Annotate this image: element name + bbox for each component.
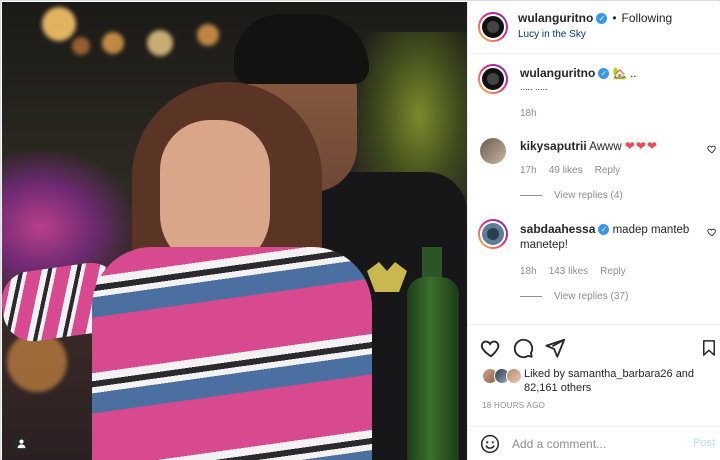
reply-button[interactable]: Reply <box>600 266 626 277</box>
comment-meta: 18h 143 likes Reply <box>520 266 638 277</box>
separator-dot: • <box>612 11 617 25</box>
add-comment-input[interactable] <box>512 435 682 453</box>
verified-badge-icon: ✓ <box>598 224 610 236</box>
house-emoji: 🏡 <box>612 68 627 80</box>
comment-time: 17h <box>520 165 537 176</box>
view-replies-label: View replies (37) <box>554 291 629 302</box>
liked-by-prefix: Liked by <box>524 368 565 380</box>
add-comment-bar: Post <box>468 426 720 460</box>
comments-list[interactable]: wulanguritno ✓ 🏡 .. ..... ..... 18h kikys… <box>468 54 720 324</box>
header-title-row: wulanguritno ✓ • Following <box>518 11 672 25</box>
bottle <box>407 277 459 460</box>
likes-summary: Liked by samantha_barbara26 and 82,161 o… <box>468 364 720 404</box>
post-photo[interactable] <box>2 2 467 460</box>
save-bookmark-icon[interactable] <box>700 337 718 359</box>
comment-bubble-icon[interactable] <box>512 337 534 359</box>
man-hair <box>234 14 369 84</box>
view-replies-line <box>520 296 542 297</box>
avatar[interactable] <box>480 138 506 164</box>
comment-likes[interactable]: 143 likes <box>549 266 588 277</box>
reply-button[interactable]: Reply <box>595 165 621 176</box>
caption-timestamp: 18h <box>520 108 537 119</box>
share-paper-plane-icon[interactable] <box>544 337 566 359</box>
caption-username[interactable]: wulanguritno <box>520 66 595 80</box>
avatar[interactable] <box>478 64 508 94</box>
action-bar <box>468 324 720 369</box>
bokeh-light <box>7 332 67 392</box>
view-replies-line <box>520 195 542 196</box>
comment-text: sabdaahessa ✓ madep manteb manetep! <box>520 222 700 253</box>
post-details-panel: wulanguritno ✓ • Following Lucy in the Sky … <box>467 2 720 460</box>
comment-item: kikysaputrii Awww ❤❤❤ 17h 49 likes Reply V… <box>468 134 720 209</box>
caption-time: 18h <box>520 108 549 119</box>
verified-badge-icon: ✓ <box>598 68 610 80</box>
location-link[interactable]: Lucy in the Sky <box>518 29 586 40</box>
instagram-post-modal: wulanguritno ✓ • Following Lucy in the Sky … <box>0 0 720 460</box>
post-header: wulanguritno ✓ • Following Lucy in the Sky <box>468 2 720 54</box>
like-heart-icon[interactable] <box>480 337 502 359</box>
liked-by-user[interactable]: samantha_barbara26 <box>568 368 673 380</box>
bokeh-light <box>147 30 173 56</box>
woman-striped-top <box>92 247 372 460</box>
post-timestamp[interactable]: 18 HOURS AGO <box>482 401 545 410</box>
comment-likes[interactable]: 49 likes <box>549 165 583 176</box>
like-comment-heart-icon[interactable] <box>707 144 717 154</box>
view-replies-button[interactable]: View replies (37) <box>520 291 628 302</box>
caption-second-line: ..... ..... <box>520 82 548 92</box>
bokeh-light <box>72 37 90 55</box>
verified-badge-icon: ✓ <box>596 13 608 25</box>
comment-text: kikysaputrii Awww ❤❤❤ <box>520 139 658 155</box>
liker-avatar <box>506 368 522 384</box>
bokeh-light <box>197 24 219 46</box>
caption-row: wulanguritno ✓ 🏡 .. ..... ..... 18h <box>468 54 720 122</box>
liked-by-others[interactable]: 82,161 others <box>524 382 591 394</box>
comment-body: Awww <box>589 141 622 153</box>
bokeh-light <box>42 7 76 41</box>
caption-suffix: .. <box>630 68 637 80</box>
post-comment-button[interactable]: Post <box>693 437 715 449</box>
avatar[interactable] <box>478 12 508 42</box>
following-button[interactable]: Following <box>622 11 673 25</box>
tagged-users-icon[interactable] <box>12 434 30 452</box>
comment-username[interactable]: sabdaahessa <box>520 222 595 236</box>
header-username[interactable]: wulanguritno <box>518 11 593 25</box>
view-replies-label: View replies (4) <box>554 190 623 201</box>
comment-time: 18h <box>520 266 537 277</box>
view-replies-button[interactable]: View replies (4) <box>520 190 623 201</box>
comment-username[interactable]: kikysaputrii <box>520 139 587 153</box>
hearts-emoji: ❤❤❤ <box>624 139 659 153</box>
bokeh-light <box>102 32 124 54</box>
likes-text: Liked by samantha_barbara26 and 82,161 o… <box>524 367 719 395</box>
comment-meta: 17h 49 likes Reply <box>520 165 632 176</box>
comment-item: sabdaahessa ✓ madep manteb manetep! 18h 14… <box>468 217 720 312</box>
avatar[interactable] <box>478 219 508 249</box>
emoji-smiley-icon[interactable] <box>480 434 500 454</box>
like-comment-heart-icon[interactable] <box>707 227 717 237</box>
liked-by-and: and <box>675 368 695 380</box>
